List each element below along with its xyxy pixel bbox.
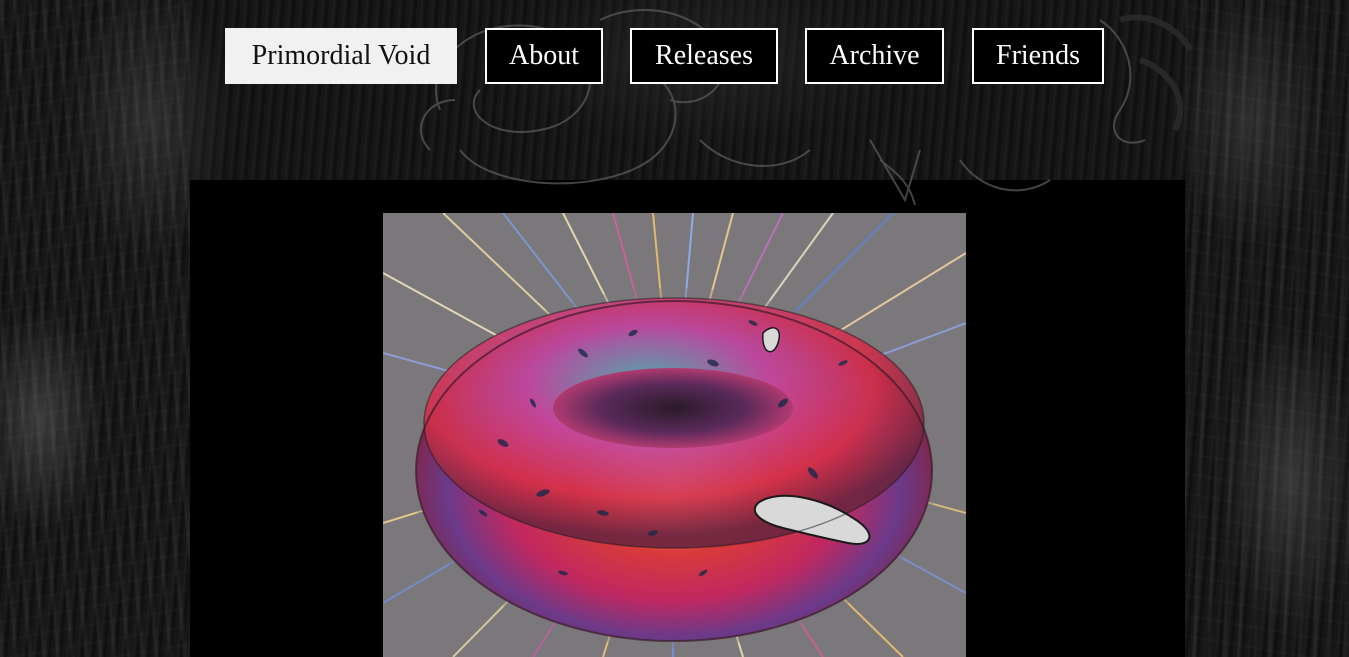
right-texture-decoration (1185, 0, 1349, 657)
page-background: Primordial Void About Releases Archive F… (0, 0, 1349, 657)
left-texture-decoration (0, 0, 190, 657)
nav-archive-link[interactable]: Archive (805, 28, 944, 84)
site-title-link[interactable]: Primordial Void (225, 28, 457, 84)
nav-friends-link[interactable]: Friends (972, 28, 1104, 84)
nav-releases-link[interactable]: Releases (630, 28, 778, 84)
psychedelic-torus-image (383, 213, 966, 657)
nav-about-link[interactable]: About (485, 28, 603, 84)
main-navigation: Primordial Void About Releases Archive F… (0, 28, 1349, 84)
